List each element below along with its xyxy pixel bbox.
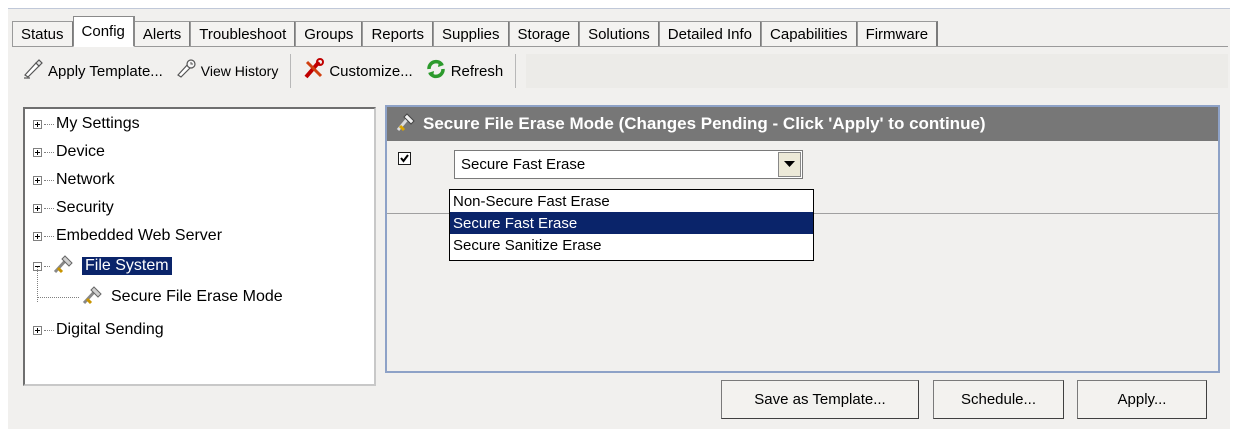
option-non-secure-fast-erase[interactable]: Non-Secure Fast Erase bbox=[450, 190, 813, 212]
expand-icon[interactable] bbox=[33, 119, 42, 129]
tab-supplies[interactable]: Supplies bbox=[432, 21, 510, 47]
tab-storage[interactable]: Storage bbox=[508, 21, 581, 47]
tree-item-secure-file-erase-mode[interactable]: Secure File Erase Mode bbox=[37, 284, 283, 311]
content-title: Secure File Erase Mode (Changes Pending … bbox=[423, 114, 986, 133]
tab-troubleshoot[interactable]: Troubleshoot bbox=[190, 21, 297, 47]
tab-detailed-info[interactable]: Detailed Info bbox=[658, 21, 763, 47]
tab-groups[interactable]: Groups bbox=[295, 21, 364, 47]
erase-mode-select[interactable]: Secure Fast Erase bbox=[454, 150, 803, 179]
expand-icon[interactable] bbox=[33, 175, 42, 185]
expand-icon[interactable] bbox=[33, 325, 42, 335]
tree-item-label: Security bbox=[56, 199, 114, 216]
toolbar-spacer bbox=[526, 54, 1228, 88]
apply-template-label: Apply Template... bbox=[48, 62, 163, 80]
view-history-label: View History bbox=[200, 63, 279, 79]
wrench-icon bbox=[395, 111, 417, 138]
tree-item-label: Network bbox=[56, 171, 115, 188]
apply-template-button[interactable]: Apply Template... bbox=[16, 56, 169, 86]
tab-firmware[interactable]: Firmware bbox=[856, 21, 939, 47]
settings-tree[interactable]: My Settings Device Network Security Embe… bbox=[23, 107, 376, 386]
expand-icon[interactable] bbox=[33, 147, 42, 157]
enable-setting-checkbox[interactable] bbox=[398, 152, 411, 165]
tree-item-label: Device bbox=[56, 143, 105, 160]
erase-mode-value: Secure Fast Erase bbox=[461, 156, 586, 173]
tab-divider bbox=[12, 46, 1228, 47]
expand-icon[interactable] bbox=[33, 203, 42, 213]
dropdown-arrow-icon[interactable] bbox=[778, 152, 801, 177]
tree-item-device[interactable]: Device bbox=[33, 141, 105, 163]
erase-mode-options: Non-Secure Fast Erase Secure Fast Erase … bbox=[449, 189, 814, 261]
toolbar-group-template: Apply Template... View History bbox=[16, 54, 292, 88]
apply-button[interactable]: Apply... bbox=[1077, 380, 1207, 419]
config-panel: Status Config Alerts Troubleshoot Groups… bbox=[8, 8, 1230, 429]
history-icon bbox=[175, 58, 197, 84]
template-wand-icon bbox=[22, 58, 44, 84]
expand-icon[interactable] bbox=[33, 231, 42, 241]
tree-item-label: File System bbox=[82, 257, 172, 275]
toolbar: Apply Template... View History Customize… bbox=[16, 51, 1228, 91]
customize-tools-icon bbox=[303, 58, 325, 84]
tab-status[interactable]: Status bbox=[12, 21, 74, 47]
customize-button[interactable]: Customize... bbox=[297, 56, 418, 86]
tree-item-label: My Settings bbox=[56, 115, 140, 132]
tab-bar: Status Config Alerts Troubleshoot Groups… bbox=[12, 15, 939, 47]
toolbar-group-actions: Customize... Refresh bbox=[297, 54, 517, 88]
tab-alerts[interactable]: Alerts bbox=[133, 21, 192, 47]
content-header: Secure File Erase Mode (Changes Pending … bbox=[387, 107, 1218, 141]
window: Status Config Alerts Troubleshoot Groups… bbox=[0, 0, 1239, 434]
refresh-button[interactable]: Refresh bbox=[419, 56, 510, 86]
option-secure-sanitize-erase[interactable]: Secure Sanitize Erase bbox=[450, 234, 813, 256]
wrench-icon bbox=[81, 284, 105, 311]
tree-item-embedded-web-server[interactable]: Embedded Web Server bbox=[33, 225, 222, 247]
tree-item-network[interactable]: Network bbox=[33, 169, 115, 191]
tab-capabilities[interactable]: Capabilities bbox=[761, 21, 858, 47]
wrench-icon bbox=[52, 253, 76, 280]
schedule-button[interactable]: Schedule... bbox=[933, 380, 1064, 419]
tree-item-file-system[interactable]: File System bbox=[33, 253, 172, 280]
tree-item-label: Secure File Erase Mode bbox=[111, 288, 283, 305]
checkmark-icon bbox=[400, 154, 409, 163]
tree-item-digital-sending[interactable]: Digital Sending bbox=[33, 319, 164, 341]
refresh-icon bbox=[425, 58, 447, 84]
customize-label: Customize... bbox=[329, 62, 413, 80]
tree-item-label: Digital Sending bbox=[56, 321, 164, 338]
tab-reports[interactable]: Reports bbox=[362, 21, 434, 47]
option-secure-fast-erase[interactable]: Secure Fast Erase bbox=[450, 212, 813, 234]
tab-solutions[interactable]: Solutions bbox=[579, 21, 660, 47]
tab-config[interactable]: Config bbox=[72, 16, 135, 47]
save-as-template-button[interactable]: Save as Template... bbox=[721, 380, 919, 419]
refresh-label: Refresh bbox=[450, 62, 504, 80]
tree-item-my-settings[interactable]: My Settings bbox=[33, 113, 140, 135]
tree-item-label: Embedded Web Server bbox=[56, 227, 223, 244]
tree-item-security[interactable]: Security bbox=[33, 197, 114, 219]
view-history-button[interactable]: View History bbox=[169, 56, 285, 86]
